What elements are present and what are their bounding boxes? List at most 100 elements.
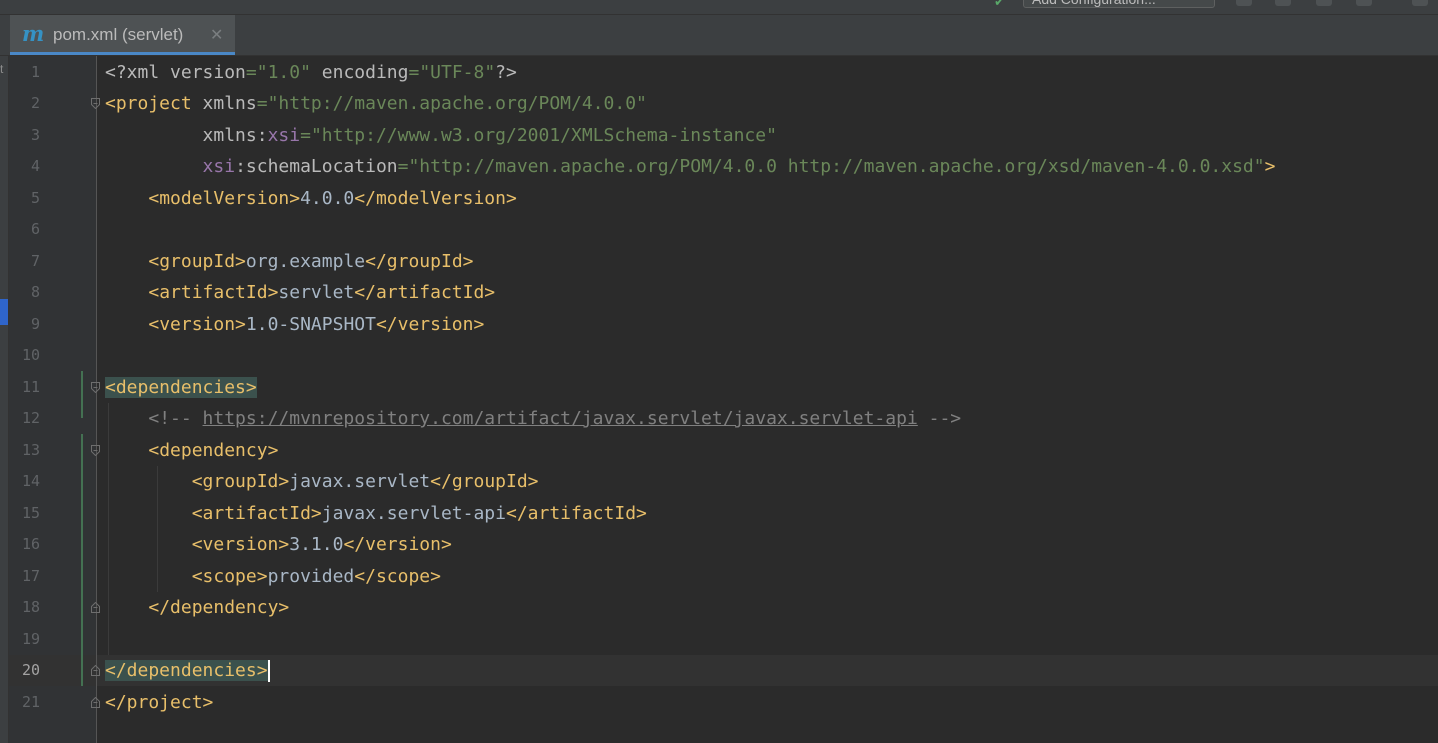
code-line[interactable]: 12 <!-- https://mvnrepository.com/artifa… <box>0 403 1438 435</box>
attr-value: "1.0" <box>256 61 311 83</box>
tag-text: provided <box>267 565 355 587</box>
tag-close: </modelVersion> <box>354 187 517 209</box>
tag-text: javax.servlet-api <box>321 502 506 524</box>
line-number: 13 <box>21 440 40 459</box>
attr-namespace: xsi <box>267 124 301 146</box>
tag-open: <artifactId> <box>191 502 322 524</box>
line-number: 10 <box>21 346 40 364</box>
code-line[interactable]: 3 xmlns:xsi="http://www.w3.org/2001/XMLS… <box>0 120 1438 152</box>
code-line[interactable]: 17 <scope>provided</scope> <box>0 561 1438 593</box>
line-code[interactable]: <groupId>org.example</groupId> <box>105 246 473 278</box>
line-number: 18 <box>21 598 40 616</box>
code-line[interactable]: 16 <version>3.1.0</version> <box>0 529 1438 561</box>
code-line[interactable]: 18 </dependency> <box>0 592 1438 624</box>
fold-close-icon[interactable] <box>91 602 100 613</box>
line-code[interactable]: <artifactId>servlet</artifactId> <box>105 277 495 309</box>
line-code[interactable]: xsi:schemaLocation="http://maven.apache.… <box>105 151 1276 183</box>
tag-close: </version> <box>375 313 485 335</box>
line-code[interactable]: <scope>provided</scope> <box>105 561 441 593</box>
line-code[interactable]: <!-- https://mvnrepository.com/artifact/… <box>105 403 961 435</box>
comment-link[interactable]: https://mvnrepository.com/artifact/javax… <box>203 408 918 429</box>
line-number: 7 <box>30 251 40 270</box>
attr-value: "http://www.w3.org/2001/XMLSchema-instan… <box>310 124 777 146</box>
tag-open: <project <box>105 93 203 114</box>
code-line[interactable]: 14 <groupId>javax.servlet</groupId> <box>0 466 1438 498</box>
fold-open-icon[interactable] <box>91 98 100 109</box>
line-number: 5 <box>30 188 40 207</box>
code-line[interactable]: 11 <dependencies> <box>0 372 1438 404</box>
code-line[interactable]: 1 <?xml version="1.0" encoding="UTF-8"?> <box>0 57 1438 89</box>
line-code[interactable]: </dependency> <box>105 592 289 624</box>
line-code[interactable]: <artifactId>javax.servlet-api</artifactI… <box>105 498 647 530</box>
tag-text: 4.0.0 <box>300 187 355 209</box>
line-code[interactable]: <version>3.1.0</version> <box>105 529 452 561</box>
tag-text: servlet <box>278 282 355 303</box>
profile-icon[interactable] <box>1356 0 1372 6</box>
line-code[interactable]: xmlns:xsi="http://www.w3.org/2001/XMLSch… <box>105 120 777 152</box>
tag-open: <scope> <box>191 565 268 587</box>
attr-name: version <box>170 61 246 83</box>
line-code[interactable]: <project xmlns="http://maven.apache.org/… <box>105 88 647 120</box>
line-number: 1 <box>30 62 40 81</box>
add-configuration-button[interactable]: Add Configuration... <box>1023 0 1215 8</box>
code-line[interactable]: 19 <box>0 624 1438 656</box>
tag-open: <version> <box>191 534 290 555</box>
code-line[interactable]: 8 <artifactId>servlet</artifactId> <box>0 277 1438 309</box>
line-code[interactable]: <?xml version="1.0" encoding="UTF-8"?> <box>105 57 517 89</box>
tag-open: <modelVersion> <box>148 187 301 209</box>
close-tab-icon[interactable]: ✕ <box>210 25 223 45</box>
line-number: 3 <box>30 125 40 144</box>
line-number: 14 <box>21 472 40 490</box>
tag-text: org.example <box>245 250 366 272</box>
attr-prefix: xmlns: <box>202 124 268 146</box>
tag-close: </version> <box>343 534 452 555</box>
fold-close-icon[interactable] <box>91 696 100 708</box>
tag-open: <dependency> <box>148 439 279 461</box>
line-number: 17 <box>21 566 40 585</box>
code-line[interactable]: 5 <modelVersion>4.0.0</modelVersion> <box>0 183 1438 215</box>
debug-icon[interactable] <box>1275 0 1291 6</box>
code-line-current[interactable]: 20 </dependencies> <box>0 655 1438 687</box>
line-number: 15 <box>21 503 40 522</box>
coverage-icon[interactable] <box>1316 0 1332 6</box>
line-number: 16 <box>21 535 40 553</box>
line-code[interactable]: <groupId>javax.servlet</groupId> <box>105 466 539 498</box>
line-number: 2 <box>30 94 40 112</box>
code-line[interactable]: 7 <groupId>org.example</groupId> <box>0 246 1438 278</box>
stop-icon[interactable] <box>1412 0 1428 6</box>
attr-namespace: xsi <box>202 156 236 177</box>
code-line[interactable]: 21 </project> <box>0 687 1438 719</box>
code-line[interactable]: 10 <box>0 340 1438 372</box>
vcs-check-icon[interactable]: ✔ <box>994 0 1005 10</box>
tag-close-matched: </dependencies> <box>105 660 268 681</box>
tag-close: </dependency> <box>148 597 290 618</box>
line-code[interactable]: </project> <box>105 687 213 719</box>
line-number: 20 <box>21 661 40 679</box>
run-icon[interactable] <box>1236 0 1252 6</box>
line-code[interactable]: <version>1.0-SNAPSHOT</version> <box>105 309 484 341</box>
line-code[interactable]: <dependency> <box>105 435 278 467</box>
code-line[interactable]: 15 <artifactId>javax.servlet-api</artifa… <box>0 498 1438 530</box>
tag-text: 3.1.0 <box>289 534 344 555</box>
main-toolbar: ✔ Add Configuration... <box>0 0 1438 15</box>
code-line[interactable]: 6 <box>0 214 1438 246</box>
fold-close-icon[interactable] <box>91 665 100 676</box>
xml-declaration-close: ?> <box>495 61 517 83</box>
line-number: 6 <box>30 220 40 238</box>
code-line[interactable]: 13 <dependency> <box>0 435 1438 467</box>
fold-open-icon[interactable] <box>91 381 100 393</box>
line-code[interactable]: <modelVersion>4.0.0</modelVersion> <box>105 183 517 215</box>
fold-open-icon[interactable] <box>91 444 100 456</box>
xml-declaration-open: <?xml <box>105 61 171 83</box>
line-code[interactable]: <dependencies> <box>105 372 257 404</box>
code-line[interactable]: 9 <version>1.0-SNAPSHOT</version> <box>0 309 1438 341</box>
line-number: 12 <box>21 409 40 427</box>
code-line[interactable]: 2 <project xmlns="http://maven.apache.or… <box>0 88 1438 120</box>
tab-pom-xml[interactable]: m pom.xml (servlet) ✕ <box>10 15 235 55</box>
tag-open: <groupId> <box>191 471 290 492</box>
tag-open: <version> <box>148 313 246 335</box>
line-number: 9 <box>30 314 40 333</box>
line-number: 8 <box>30 283 40 301</box>
line-code[interactable]: </dependencies> <box>105 655 270 687</box>
code-line[interactable]: 4 xsi:schemaLocation="http://maven.apach… <box>0 151 1438 183</box>
